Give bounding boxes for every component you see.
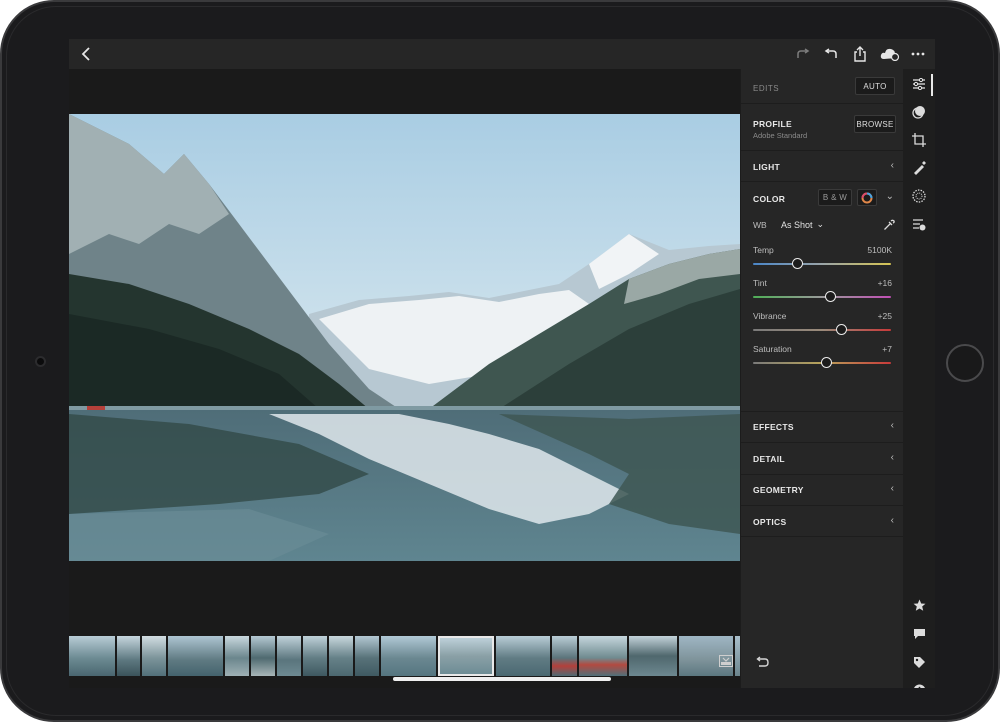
app-screen: EDITS AUTO PROFILE Adobe Standard BROWSE…: [69, 39, 935, 688]
filmstrip: [69, 636, 740, 676]
chevron-left-icon: ‹: [890, 160, 894, 171]
bw-button[interactable]: B & W: [818, 189, 852, 206]
ipad-frame: EDITS AUTO PROFILE Adobe Standard BROWSE…: [0, 0, 1000, 722]
chevron-left-icon: ‹: [890, 420, 894, 431]
tint-slider-handle[interactable]: [824, 291, 836, 302]
more-icon[interactable]: [910, 45, 926, 63]
cloud-sync-icon[interactable]: [879, 45, 901, 63]
vibrance-label: Vibrance: [753, 311, 787, 321]
optics-section[interactable]: OPTICS ‹: [741, 505, 904, 537]
effects-section[interactable]: EFFECTS ‹: [741, 411, 904, 442]
light-title: LIGHT: [753, 162, 780, 172]
chevron-left-icon: ‹: [890, 452, 894, 463]
share-icon[interactable]: [852, 45, 868, 63]
vibrance-slider-handle[interactable]: [835, 324, 847, 335]
color-wheel-icon: [861, 192, 873, 203]
filmstrip-thumb[interactable]: [329, 636, 353, 676]
redo-icon[interactable]: [795, 45, 811, 63]
auto-button[interactable]: AUTO: [855, 77, 895, 95]
vibrance-value: +25: [877, 311, 892, 321]
chevron-left-icon: ‹: [890, 483, 894, 494]
filmstrip-thumb[interactable]: [579, 636, 627, 676]
filmstrip-thumb[interactable]: [142, 636, 166, 676]
profile-value: Adobe Standard: [753, 131, 808, 140]
color-section: COLOR B & W ⌄ WB As Shot ⌄ Temp 5100K Ti…: [741, 181, 904, 381]
filmstrip-thumb[interactable]: [381, 636, 436, 676]
chevron-down-icon[interactable]: ⌄: [886, 191, 894, 202]
temp-slider-handle[interactable]: [791, 258, 803, 269]
effects-title: EFFECTS: [753, 422, 794, 432]
photo-viewer: [69, 69, 740, 688]
edits-label: EDITS: [753, 84, 780, 93]
filmstrip-thumb[interactable]: [552, 636, 577, 676]
home-indicator: [393, 677, 611, 681]
selective-edit-icon[interactable]: [909, 102, 929, 122]
tint-value: +16: [877, 278, 892, 288]
main-photo[interactable]: [69, 114, 740, 561]
chevron-down-icon: ⌄: [816, 219, 825, 229]
temp-label: Temp: [753, 245, 774, 255]
profile-section: PROFILE Adobe Standard BROWSE: [741, 103, 904, 150]
filmstrip-thumb[interactable]: [117, 636, 140, 676]
edit-panel: EDITS AUTO PROFILE Adobe Standard BROWSE…: [740, 69, 904, 688]
detail-section[interactable]: DETAIL ‹: [741, 442, 904, 474]
filmstrip-thumb[interactable]: [225, 636, 249, 676]
wb-label: WB: [753, 220, 767, 230]
vibrance-slider-track[interactable]: [753, 329, 891, 331]
versions-icon[interactable]: [909, 214, 929, 234]
filmstrip-thumb[interactable]: [168, 636, 223, 676]
optics-title: OPTICS: [753, 517, 787, 527]
chevron-left-icon: ‹: [890, 515, 894, 526]
filmstrip-thumb[interactable]: [69, 636, 115, 676]
top-toolbar: [69, 39, 935, 69]
eyedropper-icon[interactable]: [883, 218, 895, 230]
saturation-value: +7: [882, 344, 892, 354]
front-camera: [35, 356, 46, 367]
light-section[interactable]: LIGHT ‹: [741, 150, 904, 181]
tint-slider-track[interactable]: [753, 296, 891, 298]
healing-brush-icon[interactable]: [909, 158, 929, 178]
tool-rail: [903, 69, 935, 688]
filmstrip-thumb[interactable]: [355, 636, 379, 676]
chevron-left-icon[interactable]: [79, 45, 93, 63]
filmstrip-thumb[interactable]: [629, 636, 677, 676]
saturation-slider-handle[interactable]: [820, 357, 832, 368]
crop-icon[interactable]: [909, 130, 929, 150]
filmstrip-thumb[interactable]: [303, 636, 327, 676]
filmstrip-thumb-selected[interactable]: [438, 636, 494, 676]
color-title: COLOR: [753, 194, 786, 204]
temp-value: 5100K: [867, 245, 892, 255]
home-button[interactable]: [946, 344, 984, 382]
wb-value: As Shot: [781, 219, 813, 230]
temp-slider-track[interactable]: [753, 263, 891, 265]
profile-title: PROFILE: [753, 119, 792, 129]
undo-icon[interactable]: [823, 45, 839, 63]
browse-button[interactable]: BROWSE: [854, 115, 896, 133]
color-mixer-button[interactable]: [857, 189, 877, 206]
filmstrip-thumb[interactable]: [277, 636, 301, 676]
geometry-section[interactable]: GEOMETRY ‹: [741, 474, 904, 505]
presets-icon[interactable]: [909, 186, 929, 206]
reset-icon[interactable]: [755, 655, 769, 667]
filmstrip-thumb[interactable]: [251, 636, 275, 676]
info-icon[interactable]: [909, 680, 929, 688]
filmstrip-thumb[interactable]: [496, 636, 550, 676]
comment-icon[interactable]: [909, 624, 929, 644]
tint-label: Tint: [753, 278, 767, 288]
sliders-icon[interactable]: [909, 74, 929, 94]
geometry-title: GEOMETRY: [753, 485, 804, 495]
saturation-label: Saturation: [753, 344, 792, 354]
tag-icon[interactable]: [909, 652, 929, 672]
active-tool-indicator: [931, 74, 933, 96]
filmstrip-toggle-icon[interactable]: [719, 654, 733, 667]
star-icon[interactable]: [909, 595, 929, 615]
detail-title: DETAIL: [753, 454, 785, 464]
wb-select[interactable]: As Shot ⌄: [781, 219, 824, 230]
